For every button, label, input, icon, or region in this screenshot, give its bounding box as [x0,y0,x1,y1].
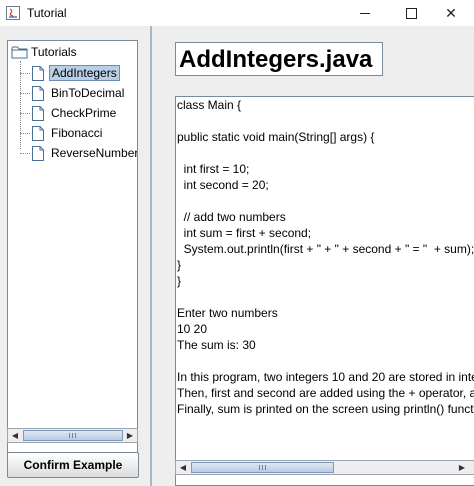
minimize-icon [360,12,370,14]
code-line: Then, first and second are added using t… [177,386,474,400]
filename-text: AddIntegers.java [179,46,373,73]
tree-root-label: Tutorials [31,45,77,59]
close-button[interactable]: ✕ [428,0,474,26]
code-line: Enter two numbers [177,306,278,320]
file-icon [32,105,44,121]
title-bar: Tutorial ✕ [0,0,474,26]
code-line: The sum is: 30 [177,338,256,352]
maximize-icon [405,7,417,19]
code-line: In this program, two integers 10 and 20 … [177,370,474,384]
tutorial-tree[interactable]: Tutorials AddIntegers BinToDecimal Check… [7,40,138,458]
window-title: Tutorial [27,6,67,20]
code-line: } [177,258,182,272]
tree-item-reversenumber[interactable]: ReverseNumber [20,143,138,163]
tree-item-addintegers[interactable]: AddIntegers [20,63,120,83]
tree-item-label: CheckPrime [51,106,117,120]
code-line: System.out.println(first + " + " + secon… [177,242,474,256]
filename-field[interactable]: AddIntegers.java [175,42,383,76]
left-panel: Tutorials AddIntegers BinToDecimal Check… [0,26,150,486]
tree-item-fibonacci[interactable]: Fibonacci [20,123,104,143]
code-line: public static void main(String[] args) { [177,130,375,144]
minimize-button[interactable] [342,0,388,26]
close-icon: ✕ [445,4,457,21]
scroll-left-arrow-icon[interactable]: ◀ [176,461,190,474]
code-text-area[interactable]: class Main { public static void main(Stri… [175,96,474,486]
code-line: // add two numbers [177,210,286,224]
folder-icon [11,46,28,59]
code-line: Finally, sum is printed on the screen us… [177,402,474,416]
file-icon [32,85,44,101]
file-icon [32,65,44,81]
code-line: } [177,274,182,288]
scroll-right-arrow-icon[interactable]: ▶ [123,429,137,442]
confirm-example-button[interactable]: Confirm Example [7,452,139,478]
tree-item-label: Fibonacci [51,126,103,140]
file-icon [32,145,44,161]
code-line: int sum = first + second; [177,226,312,240]
code-horizontal-scrollbar[interactable]: ◀ ▶ [175,460,474,475]
scroll-right-arrow-icon[interactable]: ▶ [455,461,469,474]
split-pane-divider[interactable] [150,26,152,486]
code-line: class Main { [177,98,242,112]
scroll-thumb[interactable] [191,462,334,473]
scroll-left-arrow-icon[interactable]: ◀ [8,429,22,442]
tree-item-label: AddIntegers [49,65,120,81]
tree-item-label: BinToDecimal [51,86,125,100]
window-content: Tutorials AddIntegers BinToDecimal Check… [0,26,474,486]
code-line: 10 20 [177,322,208,336]
code-line: int first = 10; [177,162,250,176]
java-app-icon [6,6,20,20]
tree-item-label: ReverseNumber [51,146,138,160]
code-line: int second = 20; [177,178,269,192]
tree-item-checkprime[interactable]: CheckPrime [20,103,118,123]
tree-item-bintodecimal[interactable]: BinToDecimal [20,83,126,103]
scroll-thumb[interactable] [23,430,123,441]
tree-root[interactable]: Tutorials [8,43,77,61]
file-icon [32,125,44,141]
tree-horizontal-scrollbar[interactable]: ◀ ▶ [7,428,138,443]
